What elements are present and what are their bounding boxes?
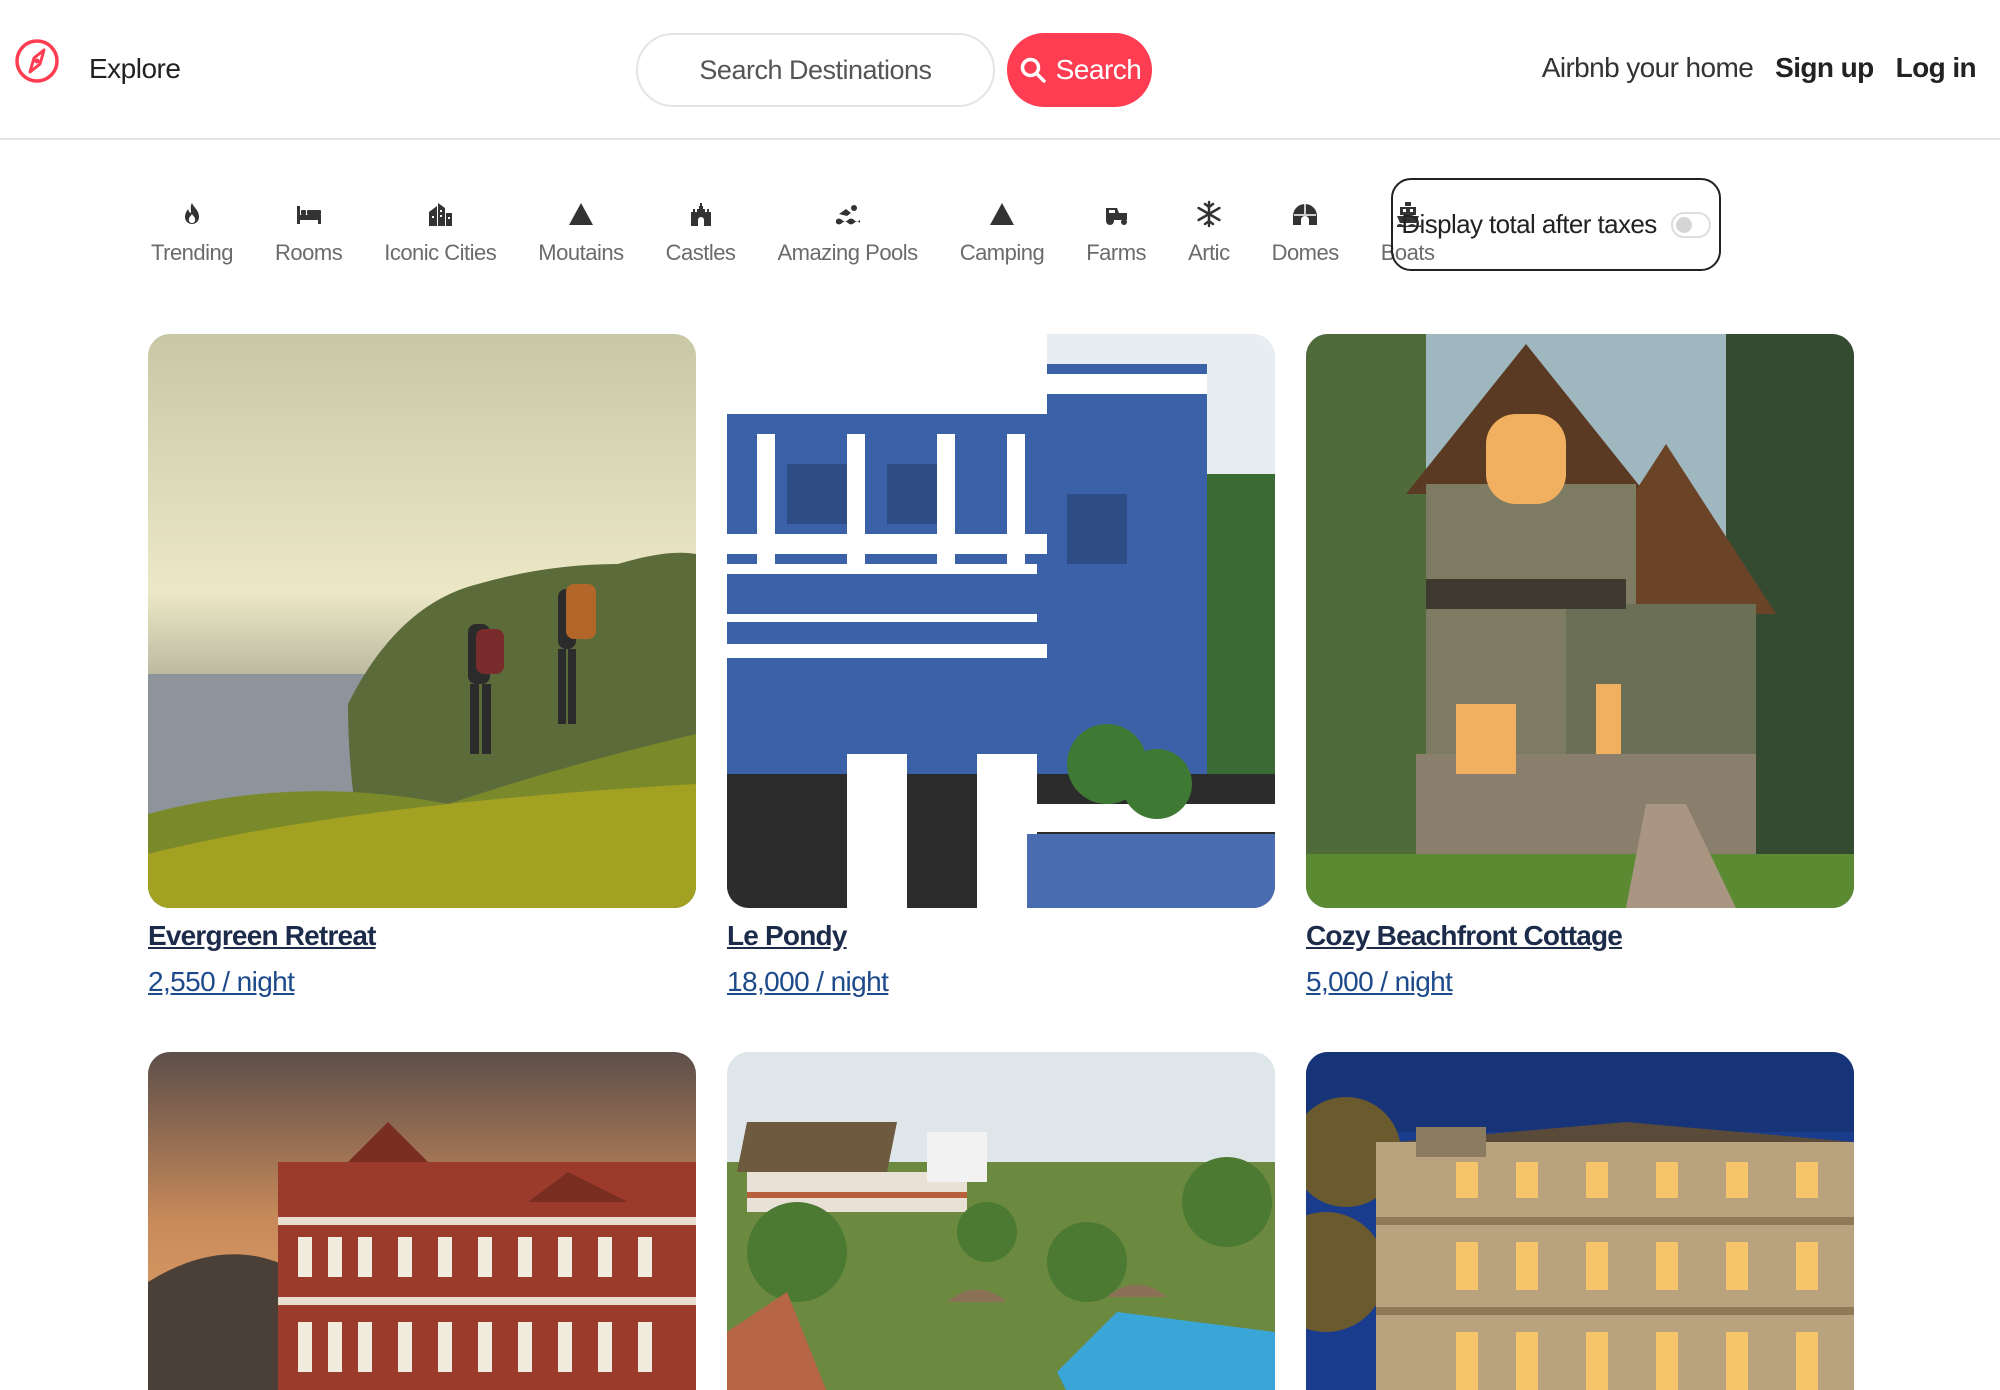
listing-title[interactable]: Le Pondy bbox=[727, 920, 847, 952]
listing-card[interactable] bbox=[727, 1052, 1275, 1390]
tent-icon bbox=[986, 198, 1018, 230]
category-domes[interactable]: Domes bbox=[1251, 198, 1360, 266]
category-artic[interactable]: Artic bbox=[1167, 198, 1251, 266]
listing-price[interactable]: 5,000 / night bbox=[1306, 966, 1854, 998]
fire-icon bbox=[176, 198, 208, 230]
listing-price[interactable]: 18,000 / night bbox=[727, 966, 1275, 998]
listing-photo[interactable] bbox=[1306, 334, 1854, 908]
listing-card[interactable]: Cozy Beachfront Cottage 5,000 / night bbox=[1306, 334, 1854, 998]
category-label: Farms bbox=[1086, 240, 1147, 265]
login-link[interactable]: Log in bbox=[1896, 52, 1977, 84]
signup-link[interactable]: Sign up bbox=[1775, 52, 1874, 84]
taxes-toggle-box[interactable]: Display total after taxes bbox=[1391, 178, 1721, 271]
listing-card[interactable] bbox=[148, 1052, 696, 1390]
category-camping[interactable]: Camping bbox=[939, 198, 1066, 266]
toggle-knob bbox=[1675, 216, 1692, 233]
taxes-toggle-label: Display total after taxes bbox=[1401, 209, 1657, 239]
listing-photo[interactable] bbox=[727, 334, 1275, 908]
account-nav: Airbnb your home Sign up Log in bbox=[1542, 52, 1977, 84]
bed-icon bbox=[293, 198, 325, 230]
category-label: Camping bbox=[959, 240, 1045, 265]
listing-title[interactable]: Evergreen Retreat bbox=[148, 920, 376, 952]
category-trending[interactable]: Trending bbox=[130, 198, 254, 266]
category-iconic-cities[interactable]: Iconic Cities bbox=[363, 198, 517, 266]
category-label: Rooms bbox=[275, 240, 343, 265]
listing-title[interactable]: Cozy Beachfront Cottage bbox=[1306, 920, 1623, 952]
search-input[interactable] bbox=[636, 33, 995, 107]
swimmer-icon bbox=[832, 198, 864, 230]
category-bar: Trending Rooms Iconic Cities Moutains Ca… bbox=[130, 198, 1456, 266]
listing-photo[interactable] bbox=[148, 334, 696, 908]
taxes-toggle-switch[interactable] bbox=[1670, 211, 1711, 238]
listing-photo[interactable] bbox=[1306, 1052, 1854, 1390]
category-amazing-pools[interactable]: Amazing Pools bbox=[756, 198, 938, 266]
city-icon bbox=[424, 198, 456, 230]
search-button-label: Search bbox=[1055, 54, 1142, 85]
compass-logo-icon[interactable] bbox=[14, 38, 60, 84]
listing-photo[interactable] bbox=[148, 1052, 696, 1390]
top-navbar: Explore Search Airbnb your home Sign up … bbox=[0, 0, 2000, 140]
search-icon bbox=[1020, 57, 1046, 83]
castle-icon bbox=[685, 198, 717, 230]
category-label: Iconic Cities bbox=[384, 240, 497, 265]
category-rooms[interactable]: Rooms bbox=[254, 198, 363, 266]
tractor-icon bbox=[1100, 198, 1132, 230]
host-link[interactable]: Airbnb your home bbox=[1542, 52, 1754, 84]
snowflake-icon bbox=[1193, 198, 1225, 230]
category-label: Domes bbox=[1271, 240, 1340, 265]
category-castles[interactable]: Castles bbox=[645, 198, 757, 266]
category-label: Artic bbox=[1188, 240, 1230, 265]
explore-link[interactable]: Explore bbox=[89, 53, 181, 85]
category-label: Castles bbox=[665, 240, 736, 265]
listing-photo[interactable] bbox=[727, 1052, 1275, 1390]
category-mountains[interactable]: Moutains bbox=[517, 198, 644, 266]
category-label: Amazing Pools bbox=[777, 240, 918, 265]
search-button[interactable]: Search bbox=[1007, 33, 1152, 107]
listing-price[interactable]: 2,550 / night bbox=[148, 966, 696, 998]
category-label: Trending bbox=[151, 240, 234, 265]
listing-card[interactable]: Evergreen Retreat 2,550 / night bbox=[148, 334, 696, 998]
listing-card[interactable]: Le Pondy 18,000 / night bbox=[727, 334, 1275, 998]
category-farms[interactable]: Farms bbox=[1065, 198, 1167, 266]
dome-icon bbox=[1289, 198, 1321, 230]
mountain-icon bbox=[565, 198, 597, 230]
category-label: Moutains bbox=[538, 240, 624, 265]
listing-card[interactable] bbox=[1306, 1052, 1854, 1390]
